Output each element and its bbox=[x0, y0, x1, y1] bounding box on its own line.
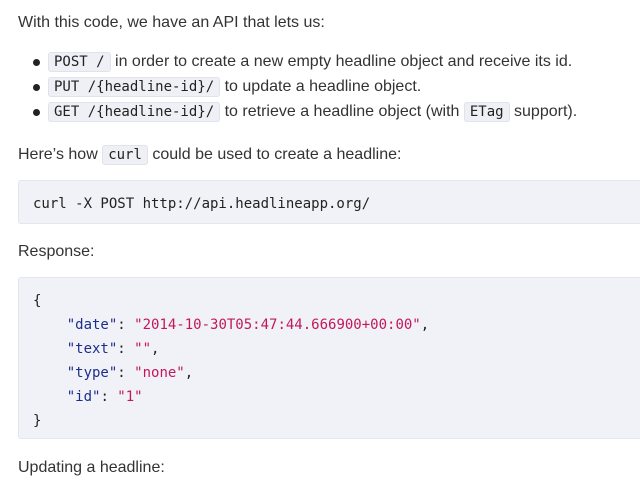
response-code-block: { "date": "2014-10-30T05:47:44.666900+00… bbox=[18, 277, 640, 439]
json-comma: , bbox=[184, 365, 194, 381]
json-open-brace: { bbox=[33, 293, 42, 309]
curl-code-block: curl -X POST http://api.headlineapp.org/ bbox=[18, 180, 640, 224]
curl-paragraph: Here’s how curl could be used to create … bbox=[18, 143, 401, 167]
list-item: PUT /{headline-id}/ to update a headline… bbox=[0, 75, 577, 100]
inline-code-etag: ETag bbox=[463, 102, 510, 122]
json-comma: , bbox=[151, 341, 160, 357]
json-key: "date" bbox=[66, 317, 118, 333]
list-item-text: to update a headline object. bbox=[224, 78, 422, 95]
response-label: Response: bbox=[18, 243, 95, 260]
json-value: "" bbox=[134, 341, 152, 357]
list-item-text: in order to create a new empty headline … bbox=[115, 53, 573, 70]
json-value: "1" bbox=[117, 389, 143, 405]
inline-code: POST / bbox=[48, 52, 111, 72]
inline-code: GET /{headline-id}/ bbox=[48, 102, 221, 122]
json-entry: "date": "2014-10-30T05:47:44.666900+00:0… bbox=[66, 317, 430, 333]
bullet-icon bbox=[33, 84, 40, 91]
list-item-text: support). bbox=[514, 103, 578, 120]
bullet-icon bbox=[33, 109, 40, 116]
inline-code: PUT /{headline-id}/ bbox=[48, 77, 221, 97]
updating-label: Updating a headline: bbox=[18, 459, 165, 476]
curl-command: curl -X POST http://api.headlineapp.org/ bbox=[33, 196, 371, 212]
json-close-brace: } bbox=[33, 413, 42, 429]
curl-paragraph-before: Here’s how bbox=[18, 146, 98, 163]
curl-paragraph-after: could be used to create a headline: bbox=[152, 146, 402, 163]
json-entry: "text": "", bbox=[66, 341, 160, 357]
json-entry: "type": "none", bbox=[66, 365, 194, 381]
json-key: "type" bbox=[66, 365, 118, 381]
json-value: "none" bbox=[134, 365, 185, 381]
inline-code-curl: curl bbox=[102, 145, 148, 165]
bullet-icon bbox=[33, 59, 40, 66]
api-endpoint-list: POST / in order to create a new empty he… bbox=[0, 50, 577, 125]
json-comma: , bbox=[420, 317, 430, 333]
intro-paragraph: With this code, we have an API that lets… bbox=[18, 14, 325, 31]
list-item: GET /{headline-id}/ to retrieve a headli… bbox=[0, 100, 577, 125]
list-item-text: to retrieve a headline object (with bbox=[224, 103, 460, 120]
json-value: "2014-10-30T05:47:44.666900+00:00" bbox=[134, 317, 421, 333]
json-key: "text" bbox=[66, 341, 118, 357]
json-key: "id" bbox=[66, 389, 101, 405]
json-entry: "id": "1" bbox=[66, 389, 143, 405]
list-item: POST / in order to create a new empty he… bbox=[0, 50, 577, 75]
